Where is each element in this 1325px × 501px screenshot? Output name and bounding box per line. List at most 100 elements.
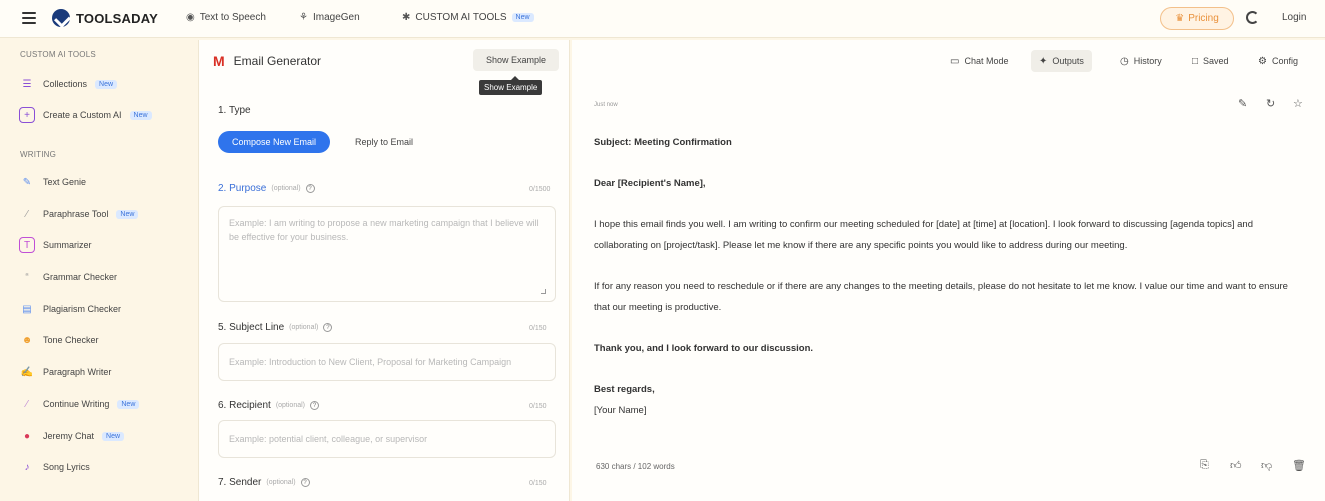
purpose-label: 2. Purpose (optional) ?: [218, 183, 315, 194]
sidebar-item-label: Song Lyrics: [43, 462, 90, 472]
pricing-label: Pricing: [1188, 13, 1219, 24]
purpose-label-text: 2. Purpose: [218, 183, 267, 194]
timestamp: Just now: [594, 102, 618, 108]
sidebar-item-label: Tone Checker: [43, 335, 99, 345]
type-label: 1. Type: [218, 105, 251, 116]
history-button[interactable]: ◷ History: [1112, 50, 1170, 72]
generator-header: M Email Generator: [213, 53, 321, 69]
chat-mode-button[interactable]: ▭ Chat Mode: [942, 50, 1016, 72]
thumbs-up-icon[interactable]: 👍︎: [1230, 459, 1242, 472]
sidebar-item-label: Continue Writing: [43, 399, 110, 409]
star-icon[interactable]: ☆: [1293, 97, 1303, 110]
paraphrase-icon: ⁄: [26, 208, 28, 220]
sidebar-item-plagiarism-checker[interactable]: ▤ Plagiarism Checker: [19, 299, 121, 319]
purpose-textarea[interactable]: Example: I am writing to propose a new m…: [218, 206, 556, 302]
show-example-button[interactable]: Show Example: [473, 49, 559, 71]
purpose-counter: 0/1500: [529, 186, 551, 193]
sidebar-item-continue-writing[interactable]: ⁄ Continue Writing New: [19, 394, 140, 414]
menu-icon[interactable]: [22, 12, 36, 24]
compose-new-email-button[interactable]: Compose New Email: [218, 131, 330, 153]
char-word-count: 630 chars / 102 words: [596, 462, 675, 471]
logo-text: TOOLSADAY: [76, 10, 158, 26]
trash-icon[interactable]: 🗑︎: [1292, 459, 1306, 472]
tool-label: Outputs: [1052, 56, 1084, 66]
chat-icon: ●: [23, 430, 31, 442]
type-label-text: 1. Type: [218, 105, 251, 116]
nav-text-to-speech[interactable]: ◉ Text to Speech: [186, 12, 266, 23]
new-badge: New: [102, 431, 125, 441]
tool-label: History: [1133, 56, 1162, 66]
new-badge: New: [116, 209, 139, 219]
login-button[interactable]: Login: [1282, 12, 1306, 23]
speaker-icon: ◉: [186, 12, 195, 23]
recipient-placeholder: Example: potential client, colleague, or…: [229, 434, 428, 444]
sidebar: CUSTOM AI TOOLS ☰ Collections New + Crea…: [0, 38, 196, 501]
thumbs-down-icon[interactable]: 👎︎: [1261, 459, 1272, 472]
tool-label: Saved: [1203, 56, 1229, 66]
nav-label: Text to Speech: [199, 12, 266, 23]
email-closing: Best regards,: [594, 384, 655, 395]
sidebar-item-text-genie[interactable]: ✎ Text Genie: [19, 172, 86, 192]
purpose-placeholder: Example: I am writing to propose a new m…: [229, 218, 539, 242]
optional-tag: (optional): [275, 402, 305, 409]
clock-icon: ◷: [1120, 55, 1129, 67]
help-icon[interactable]: ?: [305, 184, 315, 193]
optional-tag: (optional): [266, 479, 296, 486]
sidebar-item-label: Plagiarism Checker: [43, 304, 122, 314]
sidebar-item-song-lyrics[interactable]: ♪ Song Lyrics: [19, 457, 90, 477]
copy-icon[interactable]: ⎘: [1200, 459, 1209, 472]
plagiarism-icon: ▤: [22, 303, 32, 315]
paragraph-icon: ✍: [20, 366, 34, 378]
resize-handle-icon[interactable]: [541, 289, 546, 294]
summarizer-icon: T: [19, 237, 35, 253]
chat-mode-icon: ▭: [950, 55, 960, 67]
logo[interactable]: TOOLSADAY: [52, 9, 158, 27]
sidebar-item-label: Summarizer: [43, 240, 92, 250]
logo-icon: [52, 9, 70, 27]
nav-custom-ai-tools[interactable]: ✱ CUSTOM AI TOOLS New: [402, 12, 534, 23]
recipient-label-text: 6. Recipient: [218, 400, 271, 411]
tool-label: Config: [1271, 56, 1298, 66]
email-paragraph: I hope this email finds you well. I am w…: [594, 219, 1254, 251]
sidebar-section-custom: CUSTOM AI TOOLS: [20, 50, 96, 59]
tone-icon: ☻: [21, 334, 33, 346]
sidebar-item-paraphrase-tool[interactable]: ⁄ Paraphrase Tool New: [19, 204, 139, 224]
subject-line-label: 5. Subject Line (optional) ?: [218, 322, 333, 333]
email-thanks: Thank you, and I look forward to our dis…: [594, 343, 814, 354]
optional-tag: (optional): [271, 185, 301, 192]
sender-label-text: 7. Sender: [218, 477, 262, 488]
help-icon[interactable]: ?: [310, 401, 319, 410]
sidebar-item-collections[interactable]: ☰ Collections New: [19, 74, 118, 94]
edit-icon[interactable]: ✎: [1238, 97, 1247, 110]
saved-icon: □: [1192, 55, 1199, 67]
sidebar-item-paragraph-writer[interactable]: ✍ Paragraph Writer: [19, 362, 112, 382]
page-title: Email Generator: [233, 54, 322, 68]
config-button[interactable]: ⚙ Config: [1250, 50, 1306, 72]
crown-icon: ♛: [1175, 13, 1185, 24]
sidebar-item-tone-checker[interactable]: ☻ Tone Checker: [19, 330, 99, 350]
new-badge: New: [117, 399, 140, 409]
outputs-button[interactable]: ✦ Outputs: [1031, 50, 1092, 72]
sidebar-item-grammar-checker[interactable]: “ Grammar Checker: [19, 267, 117, 287]
refresh-icon[interactable]: ↻: [1266, 97, 1275, 110]
help-icon[interactable]: ?: [300, 478, 310, 487]
sparkle-icon: ✦: [1039, 55, 1048, 67]
tool-label: Chat Mode: [964, 56, 1009, 66]
email-generator-panel: M Email Generator Show Example Show Exam…: [198, 40, 570, 501]
continue-icon: ⁄: [26, 398, 28, 410]
recipient-input[interactable]: Example: potential client, colleague, or…: [218, 420, 556, 458]
sidebar-item-summarizer[interactable]: T Summarizer: [19, 235, 92, 255]
theme-toggle-icon[interactable]: [1246, 11, 1259, 24]
sidebar-item-create-custom-ai[interactable]: + Create a Custom AI New: [19, 105, 152, 125]
saved-button[interactable]: □ Saved: [1184, 50, 1237, 72]
pricing-button[interactable]: ♛ Pricing: [1160, 7, 1234, 30]
subject-line-input[interactable]: Example: Introduction to New Client, Pro…: [218, 343, 556, 381]
sidebar-item-label: Grammar Checker: [43, 272, 118, 282]
reply-to-email-button[interactable]: Reply to Email: [344, 131, 424, 153]
gear-icon: ⚙: [1258, 55, 1267, 67]
sidebar-item-jeremy-chat[interactable]: ● Jeremy Chat New: [19, 426, 125, 446]
nav-imagegen[interactable]: ⚘ ImageGen: [299, 12, 360, 23]
show-example-tooltip: Show Example: [479, 76, 543, 95]
sender-counter: 0/150: [529, 480, 547, 487]
help-icon[interactable]: ?: [323, 323, 333, 332]
